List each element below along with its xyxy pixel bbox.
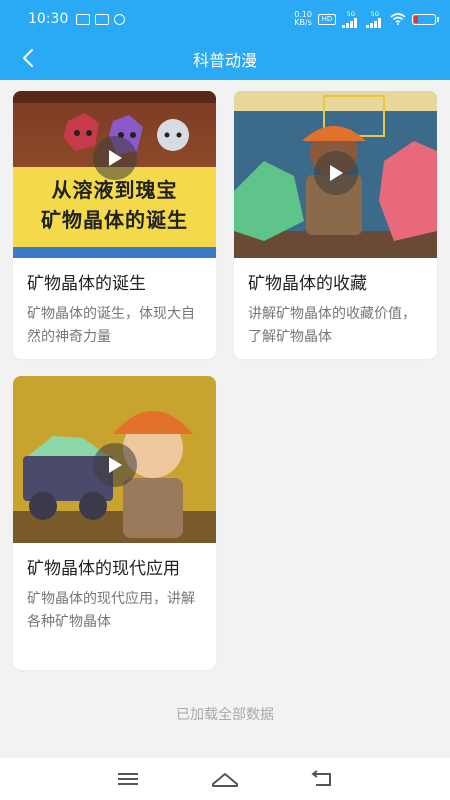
page-title: 科普动漫: [192, 51, 257, 70]
card-title: 矿物晶体的现代应用: [27, 559, 180, 579]
card-title: 矿物晶体的诞生: [27, 274, 146, 294]
wifi-icon: [390, 13, 406, 25]
video-card[interactable]: 矿物晶体的收藏 讲解矿物晶体的收藏价值，了解矿物晶体: [234, 91, 437, 359]
notification-icon: [76, 13, 91, 25]
play-button[interactable]: [92, 135, 137, 180]
back-icon: [310, 770, 331, 786]
video-thumbnail[interactable]: [13, 376, 216, 543]
battery-icon: [412, 13, 439, 25]
video-card[interactable]: 从溶液到瑰宝 矿物晶体的诞生 矿物晶体的诞生 矿物晶体的诞生，体现大自然的神奇力…: [13, 91, 216, 359]
notification-icon: [95, 13, 110, 25]
menu-button[interactable]: [108, 763, 148, 795]
signal-icon: [342, 17, 360, 28]
home-icon: [211, 773, 238, 787]
menu-icon: [118, 773, 139, 785]
play-icon: [108, 149, 122, 166]
back-button[interactable]: [10, 40, 46, 76]
chevron-left-icon: [23, 49, 33, 67]
title-bar: 科普动漫: [0, 38, 450, 80]
network-type: 5G: [346, 10, 356, 18]
home-button[interactable]: [205, 763, 245, 795]
card-description: 讲解矿物晶体的收藏价值，了解矿物晶体: [248, 306, 416, 345]
load-status: 已加载全部数据: [176, 707, 274, 723]
battery-level: [414, 15, 418, 23]
notification-icon: [114, 13, 126, 25]
hd-badge: HD: [318, 13, 336, 25]
play-icon: [329, 164, 343, 181]
video-thumbnail[interactable]: 从溶液到瑰宝 矿物晶体的诞生: [13, 91, 216, 258]
status-bar: 10:30 0.10 KB/s HD 5G 5G: [0, 0, 450, 38]
play-icon: [108, 456, 122, 473]
notification-icons: [76, 13, 126, 25]
card-title: 矿物晶体的收藏: [248, 274, 367, 294]
system-back-button[interactable]: [302, 763, 342, 795]
system-nav-bar: [0, 758, 450, 800]
card-description: 矿物晶体的现代应用，讲解各种矿物晶体: [27, 591, 195, 630]
thumbnail-caption: 矿物晶体的诞生: [41, 208, 188, 232]
play-button[interactable]: [92, 442, 137, 487]
signal-icon: [366, 17, 384, 28]
video-card[interactable]: 矿物晶体的现代应用 矿物晶体的现代应用，讲解各种矿物晶体: [13, 376, 216, 670]
net-speed: 0.10 KB/s: [294, 10, 312, 27]
play-button[interactable]: [313, 150, 358, 195]
status-time: 10:30: [28, 11, 69, 27]
network-type: 5G: [370, 10, 380, 18]
app-header: 10:30 0.10 KB/s HD 5G 5G 科普动漫: [0, 0, 450, 80]
card-description: 矿物晶体的诞生，体现大自然的神奇力量: [27, 306, 195, 345]
video-thumbnail[interactable]: [234, 91, 437, 258]
